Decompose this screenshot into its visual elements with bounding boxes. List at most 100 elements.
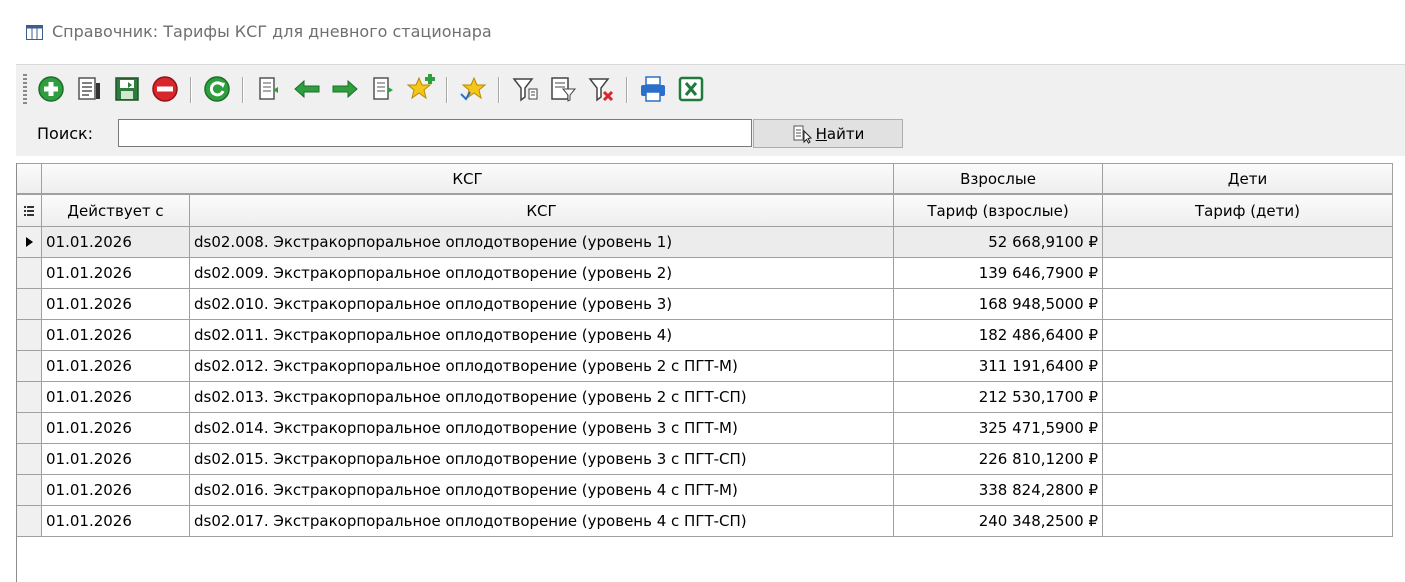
cell-child-tariff[interactable] — [1103, 258, 1393, 289]
window-title: Справочник: Тарифы КСГ для дневного стац… — [52, 22, 492, 41]
table-row[interactable]: 01.01.2026 ds02.008. Экстракорпоральное о… — [17, 227, 1393, 258]
row-indicator[interactable] — [17, 289, 42, 320]
table-row[interactable]: 01.01.2026 ds02.016. Экстракорпоральное о… — [17, 475, 1393, 506]
tariff-grid[interactable]: КСГ Взрослые Дети Действует с КСГ Тариф … — [16, 163, 1393, 582]
table-row[interactable]: 01.01.2026 ds02.011. Экстракорпоральное о… — [17, 320, 1393, 351]
favorites-button[interactable] — [458, 74, 488, 104]
search-input[interactable] — [118, 119, 752, 147]
band-children[interactable]: Дети — [1103, 163, 1393, 194]
cell-effective-from[interactable]: 01.01.2026 — [42, 444, 190, 475]
band-ksg[interactable]: КСГ — [42, 163, 894, 194]
toolbar-grip[interactable] — [23, 74, 27, 106]
cell-child-tariff[interactable] — [1103, 289, 1393, 320]
cell-child-tariff[interactable] — [1103, 382, 1393, 413]
row-indicator[interactable] — [17, 351, 42, 382]
cell-child-tariff[interactable] — [1103, 227, 1393, 258]
column-header-effective-from[interactable]: Действует с — [42, 194, 190, 227]
cell-adult-tariff[interactable]: 240 348,2500 ₽ — [894, 506, 1103, 537]
table-row[interactable]: 01.01.2026 ds02.014. Экстракорпоральное о… — [17, 413, 1393, 444]
toolbar-separator — [626, 77, 628, 103]
row-indicator[interactable] — [17, 382, 42, 413]
cell-ksg[interactable]: ds02.013. Экстракорпоральное оплодотворе… — [190, 382, 894, 413]
cell-effective-from[interactable]: 01.01.2026 — [42, 413, 190, 444]
first-record-button[interactable] — [254, 74, 284, 104]
cell-adult-tariff[interactable]: 139 646,7900 ₽ — [894, 258, 1103, 289]
add-favorite-button[interactable] — [406, 74, 436, 104]
cell-effective-from[interactable]: 01.01.2026 — [42, 351, 190, 382]
delete-icon — [152, 76, 178, 102]
cell-ksg[interactable]: ds02.014. Экстракорпоральное оплодотворе… — [190, 413, 894, 444]
column-header-adult-tariff[interactable]: Тариф (взрослые) — [894, 194, 1103, 227]
cell-effective-from[interactable]: 01.01.2026 — [42, 382, 190, 413]
row-indicator[interactable] — [17, 258, 42, 289]
cell-ksg[interactable]: ds02.016. Экстракорпоральное оплодотворе… — [190, 475, 894, 506]
cell-adult-tariff[interactable]: 52 668,9100 ₽ — [894, 227, 1103, 258]
previous-record-button[interactable] — [292, 74, 322, 104]
cell-adult-tariff[interactable]: 182 486,6400 ₽ — [894, 320, 1103, 351]
row-indicator[interactable] — [17, 413, 42, 444]
row-indicator[interactable] — [17, 227, 42, 258]
cell-adult-tariff[interactable]: 325 471,5900 ₽ — [894, 413, 1103, 444]
cell-child-tariff[interactable] — [1103, 475, 1393, 506]
cell-adult-tariff[interactable]: 311 191,6400 ₽ — [894, 351, 1103, 382]
edit-button[interactable] — [74, 74, 104, 104]
row-indicator[interactable] — [17, 444, 42, 475]
cell-ksg[interactable]: ds02.010. Экстракорпоральное оплодотворе… — [190, 289, 894, 320]
row-indicator[interactable] — [17, 475, 42, 506]
column-header-ksg[interactable]: КСГ — [190, 194, 894, 227]
find-button-label: Найти — [815, 124, 865, 143]
cell-ksg[interactable]: ds02.009. Экстракорпоральное оплодотворе… — [190, 258, 894, 289]
cell-ksg[interactable]: ds02.012. Экстракорпоральное оплодотворе… — [190, 351, 894, 382]
excel-export-icon — [678, 76, 704, 102]
cell-effective-from[interactable]: 01.01.2026 — [42, 320, 190, 351]
search-bar: Поиск: Найти — [16, 116, 1405, 156]
cell-ksg[interactable]: ds02.015. Экстракорпоральное оплодотворе… — [190, 444, 894, 475]
table-row[interactable]: 01.01.2026 ds02.012. Экстракорпоральное о… — [17, 351, 1393, 382]
cell-child-tariff[interactable] — [1103, 320, 1393, 351]
next-record-button[interactable] — [330, 74, 360, 104]
refresh-button[interactable] — [202, 74, 232, 104]
cell-adult-tariff[interactable]: 212 530,1700 ₽ — [894, 382, 1103, 413]
cell-ksg[interactable]: ds02.008. Экстракорпоральное оплодотворе… — [190, 227, 894, 258]
cell-child-tariff[interactable] — [1103, 444, 1393, 475]
excel-export-button[interactable] — [676, 74, 706, 104]
add-button[interactable] — [36, 74, 66, 104]
column-header-child-tariff[interactable]: Тариф (дети) — [1103, 194, 1393, 227]
table-row[interactable]: 01.01.2026 ds02.017. Экстракорпоральное о… — [17, 506, 1393, 537]
filter-button[interactable] — [510, 74, 540, 104]
cell-ksg[interactable]: ds02.011. Экстракорпоральное оплодотворе… — [190, 320, 894, 351]
cell-effective-from[interactable]: 01.01.2026 — [42, 227, 190, 258]
table-row[interactable]: 01.01.2026 ds02.013. Экстракорпоральное о… — [17, 382, 1393, 413]
find-button[interactable]: Найти — [753, 119, 903, 148]
row-indicator[interactable] — [17, 506, 42, 537]
cell-child-tariff[interactable] — [1103, 506, 1393, 537]
save-button[interactable] — [112, 74, 142, 104]
table-row[interactable]: 01.01.2026 ds02.009. Экстракорпоральное о… — [17, 258, 1393, 289]
print-button[interactable] — [638, 74, 668, 104]
cell-child-tariff[interactable] — [1103, 351, 1393, 382]
row-indicator[interactable] — [17, 320, 42, 351]
cell-adult-tariff[interactable]: 226 810,1200 ₽ — [894, 444, 1103, 475]
table-row[interactable]: 01.01.2026 ds02.015. Экстракорпоральное о… — [17, 444, 1393, 475]
band-header-row: КСГ Взрослые Дети — [17, 163, 1393, 194]
column-chooser-icon — [24, 205, 34, 216]
column-chooser-button[interactable] — [17, 194, 42, 227]
delete-button[interactable] — [150, 74, 180, 104]
table-row[interactable]: 01.01.2026 ds02.010. Экстракорпоральное о… — [17, 289, 1393, 320]
cell-effective-from[interactable]: 01.01.2026 — [42, 475, 190, 506]
cell-adult-tariff[interactable]: 168 948,5000 ₽ — [894, 289, 1103, 320]
cell-effective-from[interactable]: 01.01.2026 — [42, 258, 190, 289]
last-record-button[interactable] — [368, 74, 398, 104]
band-indicator-header — [17, 163, 42, 194]
cell-ksg[interactable]: ds02.017. Экстракорпоральное оплодотворе… — [190, 506, 894, 537]
first-record-icon — [259, 77, 278, 100]
band-adults[interactable]: Взрослые — [894, 163, 1103, 194]
cell-adult-tariff[interactable]: 338 824,2800 ₽ — [894, 475, 1103, 506]
clear-filter-button[interactable] — [586, 74, 616, 104]
cell-child-tariff[interactable] — [1103, 413, 1393, 444]
save-icon — [115, 77, 139, 101]
cell-effective-from[interactable]: 01.01.2026 — [42, 289, 190, 320]
cell-effective-from[interactable]: 01.01.2026 — [42, 506, 190, 537]
filter-edit-button[interactable] — [548, 74, 578, 104]
refresh-icon — [204, 76, 230, 102]
